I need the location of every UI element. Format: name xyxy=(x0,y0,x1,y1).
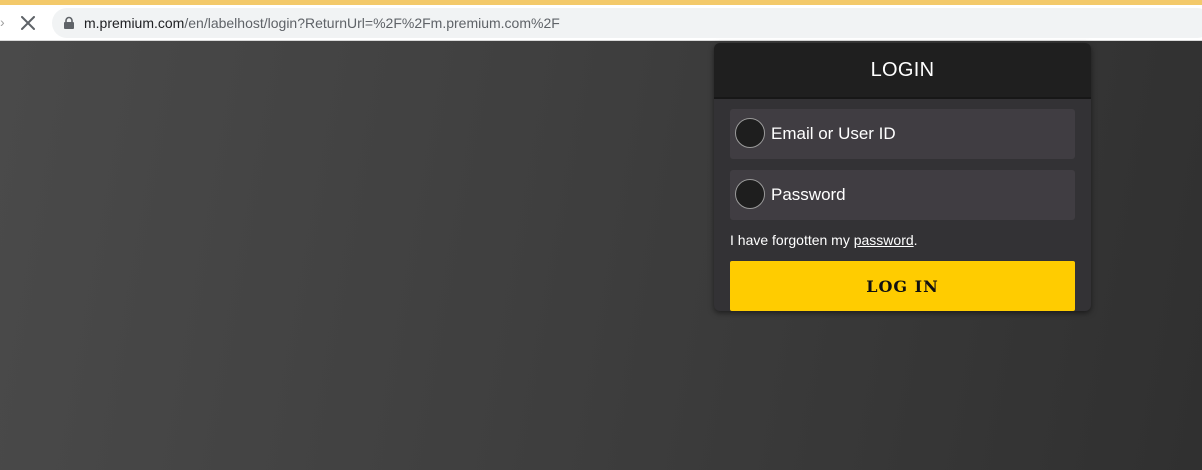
password-field-icon xyxy=(735,179,765,209)
close-icon xyxy=(21,16,35,30)
url-host: m.premium.com xyxy=(84,15,185,31)
stop-loading-button[interactable] xyxy=(14,9,42,37)
address-bar[interactable]: m.premium.com/en/labelhost/login?ReturnU… xyxy=(52,8,1202,38)
email-field-label: Email or User ID xyxy=(771,124,896,143)
login-button[interactable]: LOG IN xyxy=(730,261,1075,311)
forgot-suffix: . xyxy=(913,232,918,248)
forgot-password-link[interactable]: password xyxy=(854,232,914,248)
email-field-icon xyxy=(735,118,765,148)
email-field[interactable]: Email or User ID xyxy=(730,109,1075,159)
forgot-password-text: I have forgotten my password. xyxy=(730,231,918,249)
password-field[interactable]: Password xyxy=(730,170,1075,220)
forgot-prefix: I have forgotten my xyxy=(730,232,854,248)
password-field-label: Password xyxy=(771,185,846,204)
url-text: m.premium.com/en/labelhost/login?ReturnU… xyxy=(84,8,560,38)
back-arrow-icon[interactable]: › xyxy=(0,14,6,30)
login-panel: LOGIN Email or User ID Password I have f… xyxy=(714,43,1091,311)
lock-icon xyxy=(64,16,74,29)
url-path: /en/labelhost/login?ReturnUrl=%2F%2Fm.pr… xyxy=(184,15,560,31)
login-title: LOGIN xyxy=(714,43,1091,99)
browser-toolbar: › m.premium.com/en/labelhost/login?Retur… xyxy=(0,5,1202,41)
